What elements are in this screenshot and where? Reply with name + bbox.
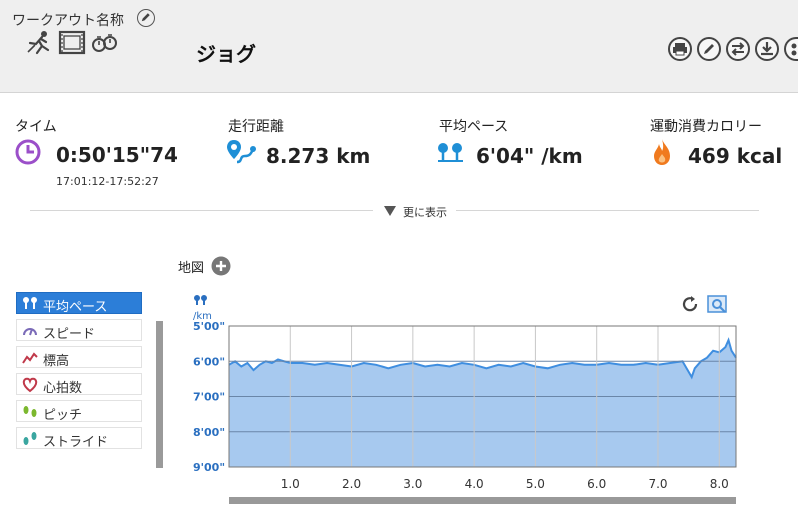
stat-pace-value: 6'04" /km <box>476 144 583 168</box>
show-more-link[interactable]: 更に表示 <box>403 204 447 220</box>
metric-pace[interactable]: 平均ペース <box>16 292 142 315</box>
activity-type-icons <box>26 30 122 60</box>
film-icon[interactable] <box>58 30 86 55</box>
y-tick-label: 7'00" <box>193 391 225 404</box>
metric-heart-rate[interactable]: 心拍数 <box>16 373 142 396</box>
metric-scrollbar[interactable] <box>156 321 163 468</box>
x-tick-label: 1.0 <box>281 477 300 491</box>
stat-time-range: 17:01:12-17:52:27 <box>56 175 159 188</box>
stat-calorie-value: 469 kcal <box>688 144 783 168</box>
x-tick-label: 6.0 <box>587 477 606 491</box>
stat-time-value: 0:50'15"74 <box>56 143 178 167</box>
map-label: 地図 <box>178 261 205 276</box>
print-icon[interactable] <box>668 37 692 61</box>
x-tick-label: 5.0 <box>526 477 545 491</box>
elevation-icon <box>22 352 38 364</box>
x-tick-label: 4.0 <box>465 477 484 491</box>
pace-pins-icon <box>438 143 463 162</box>
stat-calorie-label: 運動消費カロリー <box>650 119 762 135</box>
y-tick-label: 6'00" <box>193 355 225 368</box>
x-tick-label: 3.0 <box>403 477 422 491</box>
pace-chart[interactable]: 5'00" 6'00" 7'00" 8'00" 9'00" 1.0 2.0 3.0 4.0 5.0… <box>190 318 746 512</box>
runner-icon[interactable] <box>27 31 50 55</box>
y-tick-label: 5'00" <box>193 320 225 333</box>
stopwatch-icon[interactable] <box>92 34 117 52</box>
x-tick-label: 7.0 <box>648 477 667 491</box>
flame-icon <box>654 139 670 165</box>
clock-icon <box>15 139 41 165</box>
metric-label: 標高 <box>43 354 70 369</box>
metric-elevation[interactable]: 標高 <box>16 346 142 369</box>
share-icon[interactable] <box>784 37 798 61</box>
stat-pace-label: 平均ペース <box>439 119 509 135</box>
stride-icon <box>23 432 37 445</box>
speedometer-icon <box>23 328 37 336</box>
workout-name-label: ワークアウト名称 <box>12 13 124 29</box>
edit-icon[interactable] <box>697 37 721 61</box>
heart-icon <box>22 377 38 393</box>
y-tick-label: 8'00" <box>193 426 225 439</box>
metric-label: 心拍数 <box>43 381 83 396</box>
pencil-icon[interactable] <box>137 9 155 27</box>
pace-pins-icon <box>194 295 207 305</box>
pace-pins-icon <box>23 297 37 309</box>
metric-label: 平均ペース <box>43 300 108 315</box>
x-tick-label: 8.0 <box>710 477 729 491</box>
triangle-down-icon[interactable] <box>383 205 397 217</box>
stat-distance-value: 8.273 km <box>266 144 371 168</box>
route-pin-icon <box>227 140 256 164</box>
metric-speed[interactable]: スピード <box>16 319 142 342</box>
metric-stride[interactable]: ストライド <box>16 427 142 450</box>
workout-title[interactable]: ジョグ <box>196 38 256 67</box>
x-tick-label: 2.0 <box>342 477 361 491</box>
metric-label: スピード <box>43 327 96 342</box>
stat-time-label: タイム <box>15 119 57 135</box>
chart-range-scrollbar <box>229 497 736 504</box>
metric-cadence[interactable]: ピッチ <box>16 400 142 423</box>
footprints-icon <box>23 406 37 417</box>
plus-icon[interactable] <box>211 256 231 276</box>
zoom-icon[interactable] <box>707 294 729 314</box>
reset-icon[interactable] <box>680 294 700 314</box>
y-tick-label: 9'00" <box>193 461 225 474</box>
download-icon[interactable] <box>755 37 779 61</box>
divider <box>30 210 373 211</box>
stat-distance-label: 走行距離 <box>228 119 284 135</box>
swap-icon[interactable] <box>726 37 750 61</box>
metric-label: ストライド <box>43 435 109 450</box>
metric-label: ピッチ <box>43 408 83 423</box>
divider <box>456 210 759 211</box>
